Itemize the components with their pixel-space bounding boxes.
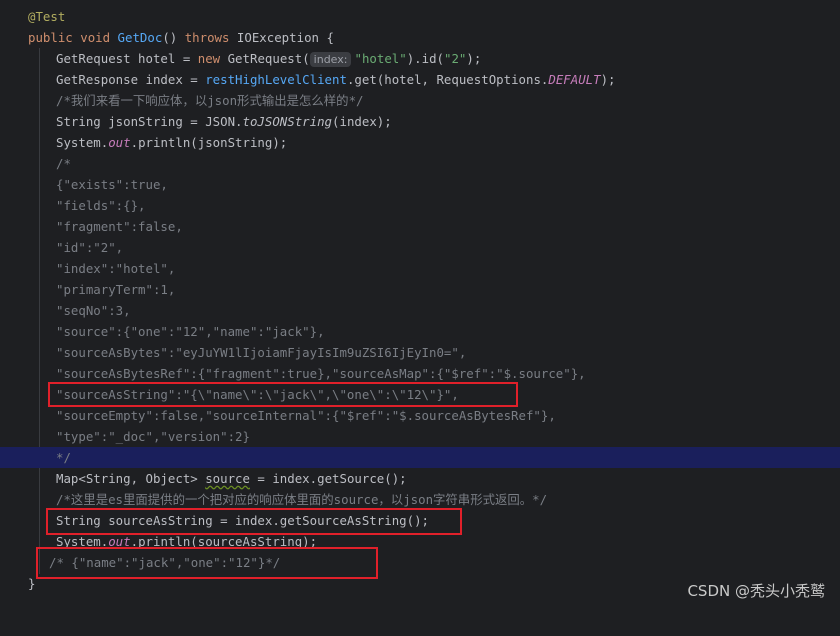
get-source-call: = index.getSource(); [249,471,407,486]
comment-json-line: "sourceAsBytesRef":{"fragment":true},"so… [56,366,586,381]
json-string-decl: String jsonString = JSON. [56,114,243,129]
default-constant: DEFAULT [548,72,601,87]
test-annotation: @Test [28,9,66,24]
comment-json-line: "fragment":false, [56,219,183,234]
highlight-box-output-comment [36,547,378,579]
code-line-20[interactable]: "sourceEmpty":false,"sourceInternal":{"$… [0,405,840,426]
keyword-new: new [197,51,221,66]
code-line-8[interactable]: /* [0,153,840,174]
code-line-6[interactable]: String jsonString = JSON.toJSONString(in… [0,111,840,132]
string-literal-hotel: "hotel" [354,51,407,66]
keyword-public: public [28,30,73,45]
json-string-statement: String jsonString = JSON.toJSONString(in… [56,111,392,132]
source-variable: source [205,471,250,486]
comment-json-line: "sourceAsBytes":"eyJuYW1lIjoiamFjayIsIm9… [56,345,467,360]
parameter-hint: index: [309,52,352,67]
comment-json-line: "source":{"one":"12","name":"jack"}, [56,324,325,339]
map-decl: Map<String, Object> [56,471,206,486]
comment-json-line: {"exists":true, [56,177,168,192]
comment-json-line: "type":"_doc","version":2} [56,429,250,444]
code-line-11[interactable]: "fragment":false, [0,216,840,237]
comment-response-body: /*我们来看一下响应体，以json形式输出是怎么样的*/ [56,93,364,108]
println-json-statement: System.out.println(jsonString); [56,132,287,153]
code-line-24[interactable]: /*这里是es里面提供的一个把对应的响应体里面的source，以json字符串形… [0,489,840,510]
statement-end: ); [466,51,482,66]
method-signature: public void GetDoc() throws IOException … [28,27,334,48]
csdn-watermark: CSDN @秃头小秃鹫 [687,582,825,600]
highlight-box-get-source-as-string [46,508,462,535]
code-line-12[interactable]: "id":"2", [0,237,840,258]
comment-json-line: "primaryTerm":1, [56,282,176,297]
comment-json-line: "sourceEmpty":false,"sourceInternal":{"$… [56,408,556,423]
code-line-15[interactable]: "seqNo":3, [0,300,840,321]
code-line-17[interactable]: "sourceAsBytes":"eyJuYW1lIjoiamFjayIsIm9… [0,342,840,363]
method-name: GetDoc [117,30,163,45]
code-line-22-current[interactable]: */ [0,447,840,468]
code-line-2[interactable]: public void GetDoc() throws IOException … [0,27,840,48]
client-field: restHighLevelClient [205,72,347,87]
get-request-ctor: GetRequest( [220,51,310,66]
get-source-statement: Map<String, Object> source = index.getSo… [56,468,407,489]
comment-json-line: "seqNo":3, [56,303,131,318]
method-exception: IOException { [229,30,334,45]
to-json-string-method: toJSONString [242,114,333,129]
highlight-box-source-as-string [48,382,518,407]
code-line-10[interactable]: "fields":{}, [0,195,840,216]
statement-end: ); [600,72,616,87]
method-params: () [162,30,185,45]
get-request-statement: GetRequest hotel = new GetRequest(index:… [56,48,481,69]
keyword-throws: throws [184,30,230,45]
code-line-18[interactable]: "sourceAsBytesRef":{"fragment":true},"so… [0,363,840,384]
comment-json-line: "id":"2", [56,240,124,255]
comment-json-line: "fields":{}, [56,198,146,213]
comment-source-explanation: /*这里是es里面提供的一个把对应的响应体里面的source，以json字符串形… [56,492,548,507]
code-line-1[interactable]: @Test [0,6,840,27]
comment-close: */ [56,450,71,465]
code-line-13[interactable]: "index":"hotel", [0,258,840,279]
out-field: out [108,135,131,150]
code-line-23[interactable]: Map<String, Object> source = index.getSo… [0,468,840,489]
string-literal-id: "2" [444,51,467,66]
keyword-void: void [80,30,111,45]
closing-brace: } [28,576,36,591]
get-response-decl: GetResponse index = [56,72,206,87]
code-line-16[interactable]: "source":{"one":"12","name":"jack"}, [0,321,840,342]
code-line-9[interactable]: {"exists":true, [0,174,840,195]
get-response-statement: GetResponse index = restHighLevelClient.… [56,69,616,90]
get-call: .get(hotel, RequestOptions. [346,72,549,87]
code-editor[interactable]: @Test public void GetDoc() throws IOExce… [0,0,840,609]
code-line-4[interactable]: GetResponse index = restHighLevelClient.… [0,69,840,90]
system-class: System. [56,135,109,150]
code-line-3[interactable]: GetRequest hotel = new GetRequest(index:… [0,48,840,69]
get-request-decl: GetRequest hotel = [56,51,198,66]
println-call: .println(jsonString); [130,135,288,150]
code-line-5[interactable]: /*我们来看一下响应体，以json形式输出是怎么样的*/ [0,90,840,111]
code-line-21[interactable]: "type":"_doc","version":2} [0,426,840,447]
id-call: ).id( [406,51,445,66]
comment-open: /* [56,156,71,171]
code-line-14[interactable]: "primaryTerm":1, [0,279,840,300]
to-json-args: (index); [332,114,392,129]
code-line-7[interactable]: System.out.println(jsonString); [0,132,840,153]
comment-json-line: "index":"hotel", [56,261,176,276]
